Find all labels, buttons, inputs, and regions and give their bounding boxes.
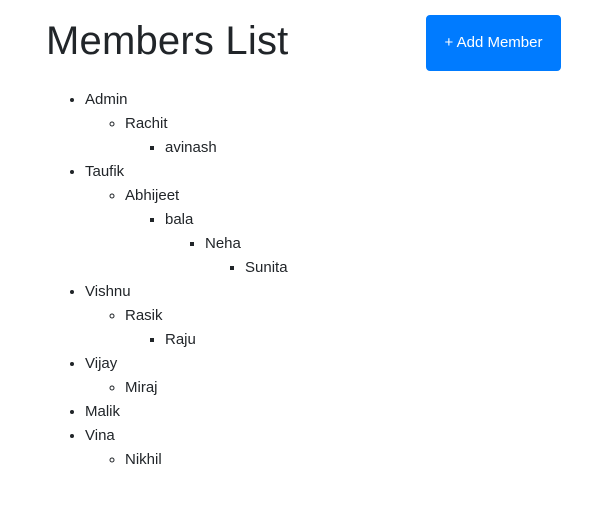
member-item: Nikhil: [125, 448, 600, 472]
member-item: avinash: [165, 136, 600, 160]
member-item: Miraj: [125, 376, 600, 400]
members-list: Admin Rachit avinash TaufikAbhijeet bala Neha…: [0, 88, 600, 472]
sub-members-list: Nikhil: [85, 448, 600, 472]
member-name: Admin: [85, 91, 128, 108]
member-name: Vina: [85, 427, 115, 444]
member-item: Malik: [85, 400, 600, 424]
page-title: Members List: [46, 19, 289, 63]
member-item: NehaSunita: [205, 232, 600, 280]
member-item: Vishnu RasikRaju: [85, 280, 600, 352]
member-name: Abhijeet: [125, 187, 180, 204]
member-name: Miraj: [125, 379, 158, 396]
member-name: Rasik: [125, 307, 163, 324]
member-name: Nikhil: [125, 451, 162, 468]
sub-members-list: Rachit avinash: [85, 112, 600, 160]
member-item: TaufikAbhijeet bala NehaSunita: [85, 160, 600, 280]
member-name: Raju: [165, 331, 196, 348]
member-name: Malik: [85, 403, 121, 420]
members-page: Members List + Add Member Admin Rachit avi…: [0, 0, 610, 508]
sub-members-list: Sunita: [205, 256, 600, 280]
member-name: Taufik: [85, 163, 125, 180]
sub-members-list: avinash: [125, 136, 600, 160]
sub-members-list: NehaSunita: [165, 232, 600, 280]
member-name: Vijay: [85, 355, 118, 372]
member-name: Vishnu: [85, 283, 131, 300]
member-name: Neha: [205, 235, 241, 252]
member-item: Abhijeet bala NehaSunita: [125, 184, 600, 280]
member-name: Rachit: [125, 115, 168, 132]
member-item: Admin Rachit avinash: [85, 88, 600, 160]
add-member-button[interactable]: + Add Member: [426, 15, 561, 71]
member-name: bala: [165, 211, 194, 228]
sub-members-list: Raju: [125, 328, 600, 352]
members-tree: Admin Rachit avinash TaufikAbhijeet bala Neha…: [0, 88, 600, 472]
member-item: Sunita: [245, 256, 600, 280]
member-item: Rachit avinash: [125, 112, 600, 160]
sub-members-list: Abhijeet bala NehaSunita: [85, 184, 600, 280]
sub-members-list: RasikRaju: [85, 304, 600, 352]
sub-members-list: bala NehaSunita: [125, 208, 600, 280]
member-item: RasikRaju: [125, 304, 600, 352]
member-item: Raju: [165, 328, 600, 352]
member-item: bala NehaSunita: [165, 208, 600, 280]
sub-members-list: Miraj: [85, 376, 600, 400]
member-item: Vina Nikhil: [85, 424, 600, 472]
member-name: Sunita: [245, 259, 288, 276]
member-item: Vijay Miraj: [85, 352, 600, 400]
member-name: avinash: [165, 139, 217, 156]
